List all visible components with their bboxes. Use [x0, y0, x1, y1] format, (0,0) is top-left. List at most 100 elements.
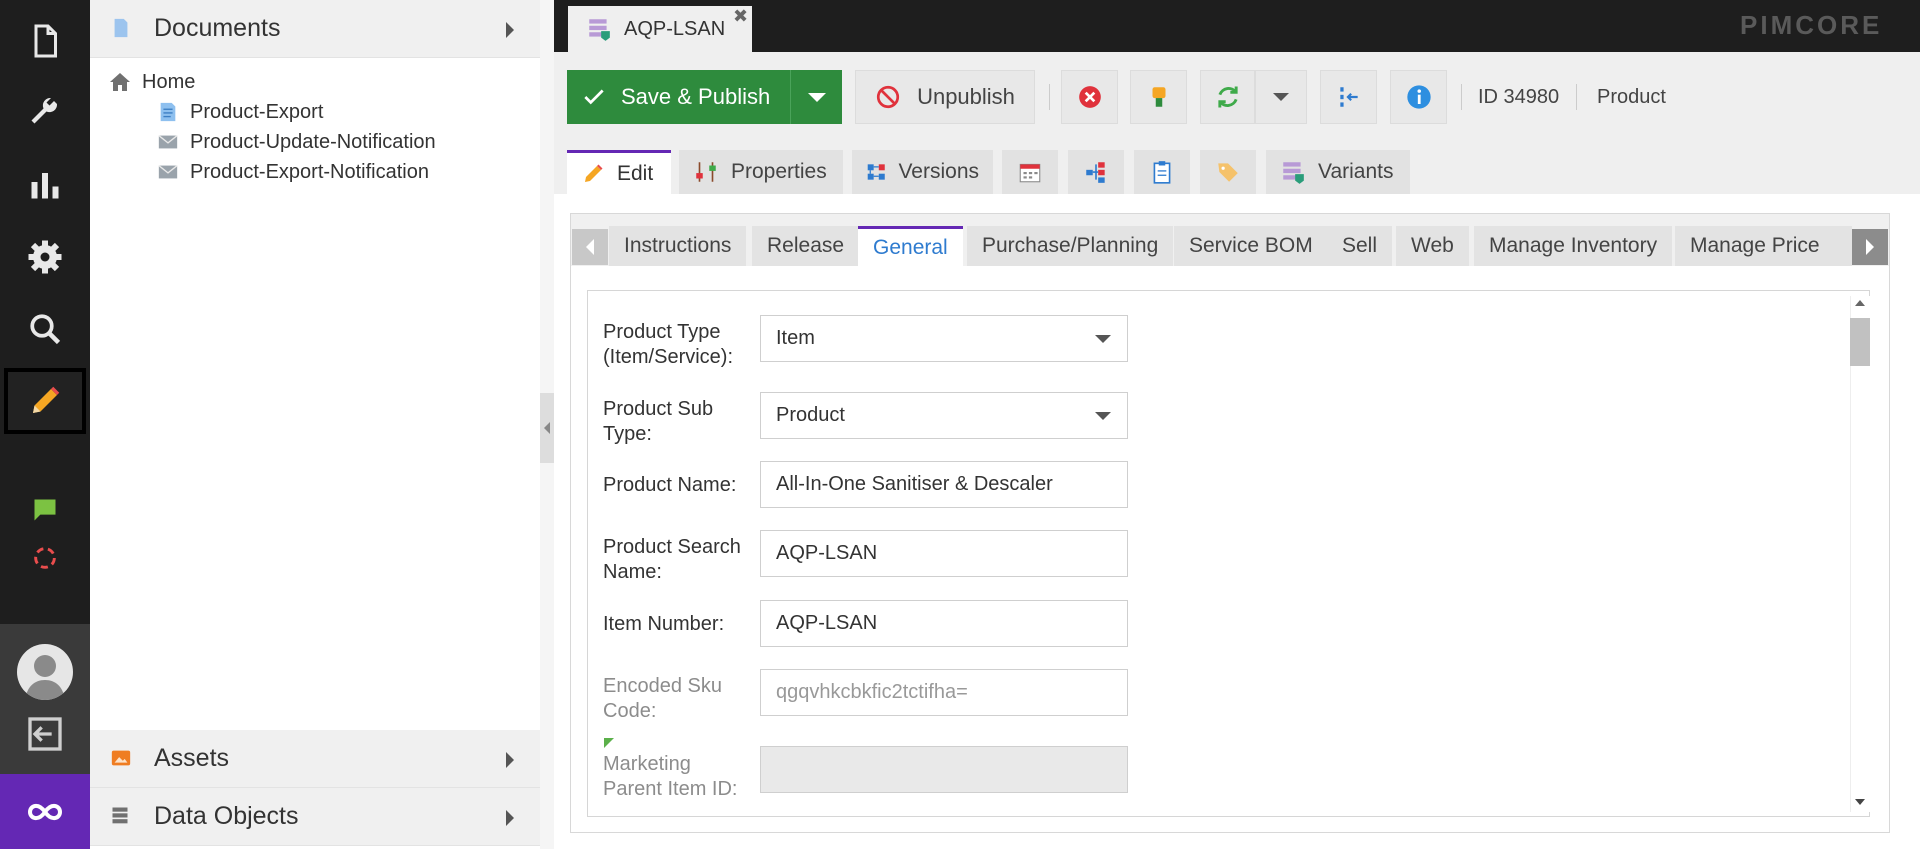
tree-node-product-export[interactable]: Product-Export [156, 100, 323, 124]
tab-label: AQP-LSAN [624, 17, 726, 40]
reload-icon [1217, 86, 1238, 108]
image-icon [110, 747, 134, 771]
data-objects-accordion-header[interactable]: Data Objects [90, 788, 540, 846]
select-value: Item [776, 327, 815, 349]
scroll-up-icon[interactable] [1855, 300, 1865, 306]
input-value: AQP-LSAN [776, 542, 878, 564]
rename-button[interactable] [1130, 70, 1187, 124]
document-icon[interactable] [0, 5, 90, 77]
tab-manage-inventory[interactable]: Manage Inventory [1474, 226, 1673, 266]
product-type-select[interactable]: Item [760, 315, 1128, 362]
tab-release[interactable]: Release [752, 226, 860, 266]
pencil-icon [585, 164, 603, 182]
documents-accordion-header[interactable]: Documents [90, 0, 540, 58]
editor-tab-strip [554, 0, 1920, 52]
expand-arrow-icon [506, 22, 514, 38]
expand-arrow-icon [506, 752, 514, 768]
item-number-input[interactable]: AQP-LSAN [760, 600, 1128, 647]
user-area [0, 624, 90, 774]
tab-label: Service BOM [1189, 234, 1313, 257]
infinity-logo[interactable] [0, 774, 90, 849]
tree-node-product-update-notification[interactable]: Product-Update-Notification [156, 130, 436, 154]
tab-variants[interactable]: Variants [1266, 150, 1410, 194]
tab-label: Manage Price [1690, 234, 1820, 257]
email-icon [156, 160, 180, 184]
assets-label: Assets [154, 744, 230, 772]
select-value: Product [776, 404, 845, 426]
info-button[interactable] [1390, 70, 1447, 124]
gear-icon[interactable] [0, 221, 90, 293]
tab-schedule[interactable] [1002, 150, 1058, 194]
tab-label: Web [1411, 234, 1454, 257]
variants-icon [1283, 162, 1304, 184]
close-icon[interactable]: ✖ [733, 6, 748, 27]
product-name-label: Product Name: [603, 474, 737, 496]
bar-chart-icon[interactable] [0, 149, 90, 221]
tab-notes[interactable] [1134, 150, 1190, 194]
tab-manage-price[interactable]: Manage Price [1675, 226, 1835, 266]
toolbar-divider [1576, 84, 1577, 110]
assets-accordion-header[interactable]: Assets [90, 730, 540, 788]
product-name-input[interactable]: All-In-One Sanitiser & Descaler [760, 461, 1128, 508]
marketing-parent-label: Marketing Parent Item ID: [603, 753, 738, 800]
scrollbar-thumb[interactable] [1850, 318, 1870, 366]
tab-dependencies[interactable] [1068, 150, 1124, 194]
logout-icon[interactable] [25, 714, 65, 760]
product-sub-type-select[interactable]: Product [760, 392, 1128, 439]
product-search-name-label: Product Search Name: [603, 536, 741, 583]
properties-icon [696, 162, 716, 182]
tab-label: Variants [1318, 160, 1394, 183]
tab-label: Sell [1342, 234, 1378, 257]
show-in-tree-button[interactable] [1320, 70, 1377, 124]
chat-icon[interactable] [0, 495, 90, 525]
tree-node-product-export-notification[interactable]: Product-Export-Notification [156, 160, 429, 184]
search-icon[interactable] [0, 293, 90, 365]
form-scrollbar[interactable] [1850, 296, 1870, 812]
tab-general[interactable]: General [858, 226, 963, 266]
tree-node-home[interactable]: Home [108, 70, 195, 94]
object-id: ID 34980 [1478, 86, 1560, 108]
main-nav-rail [0, 0, 90, 849]
encoded-sku-input: qgqvhkcbkfic2tctifha= [760, 669, 1128, 716]
save-publish-button[interactable]: Save & Publish [567, 70, 790, 124]
home-icon [108, 70, 132, 94]
tab-service-bom[interactable]: Service BOM [1174, 226, 1328, 266]
toolbar-divider [1461, 84, 1462, 110]
chevron-down-icon [807, 92, 826, 102]
product-search-name-input[interactable]: AQP-LSAN [760, 530, 1128, 577]
scroll-down-icon[interactable] [1855, 799, 1865, 805]
tab-instructions[interactable]: Instructions [609, 226, 747, 266]
tree-node-label: Home [142, 70, 196, 93]
tab-tags[interactable] [1200, 150, 1256, 194]
tab-properties[interactable]: Properties [679, 150, 843, 194]
tab-more[interactable] [1832, 226, 1852, 266]
page-icon [156, 100, 180, 124]
chevron-right-icon [1866, 239, 1874, 255]
tab-web[interactable]: Web [1396, 226, 1469, 266]
encoded-sku-label: Encoded Sku Code: [603, 675, 722, 722]
unpublish-button[interactable]: Unpublish [855, 70, 1035, 124]
delete-button[interactable] [1061, 70, 1118, 124]
chevron-down-icon [1095, 335, 1111, 343]
save-options-dropdown[interactable] [790, 70, 842, 124]
clipboard-icon [1153, 161, 1171, 184]
chevron-left-icon [586, 239, 594, 255]
document-icon [110, 17, 134, 41]
tabs-scroll-right-button[interactable] [1852, 229, 1888, 265]
tab-edit[interactable]: Edit [567, 150, 671, 194]
tab-label: Edit [617, 161, 654, 185]
tab-aqp-lsan[interactable]: AQP-LSAN [568, 6, 752, 52]
item-number-label: Item Number: [603, 613, 725, 635]
sync-icon[interactable] [0, 540, 90, 576]
avatar[interactable] [17, 644, 73, 700]
collapse-handle[interactable] [540, 393, 554, 463]
reload-options-dropdown[interactable] [1255, 70, 1307, 124]
wrench-icon[interactable] [0, 77, 90, 149]
pencil-icon[interactable] [4, 368, 86, 434]
tab-purchase-planning[interactable]: Purchase/Planning [967, 226, 1174, 266]
reload-button[interactable] [1200, 70, 1255, 124]
tabs-scroll-left-button[interactable] [572, 229, 608, 265]
info-icon [1406, 85, 1431, 109]
tab-sell[interactable]: Sell [1327, 226, 1393, 266]
tab-versions[interactable]: Versions [852, 150, 993, 194]
